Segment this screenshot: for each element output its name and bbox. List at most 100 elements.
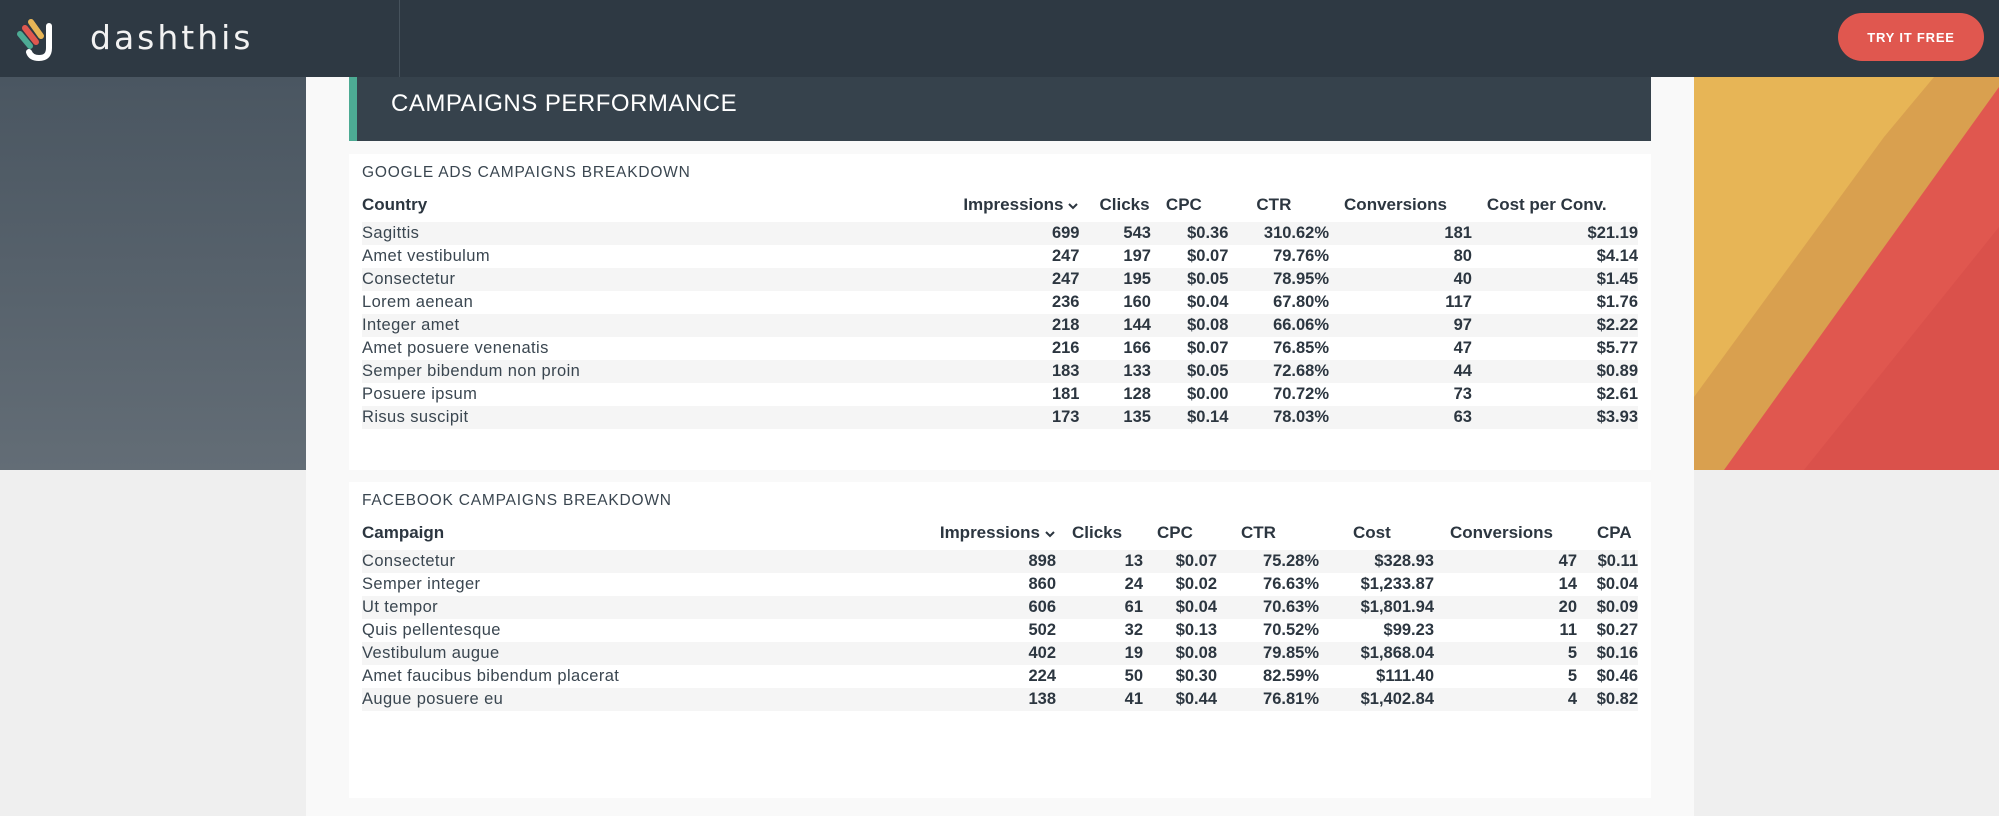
table-cell: $0.08 bbox=[1143, 642, 1217, 665]
column-header-label: Impressions bbox=[939, 523, 1040, 542]
column-header[interactable]: CTR bbox=[1228, 188, 1329, 222]
table-cell: Amet faucibus bibendum placerat bbox=[362, 667, 620, 685]
table-cell: $1,801.94 bbox=[1319, 596, 1434, 619]
table-cell: $0.05 bbox=[1150, 360, 1229, 383]
table-cell: $0.13 bbox=[1175, 621, 1217, 639]
facebook-table: Campaign Impressions Clicks CPC CTR Cost… bbox=[362, 516, 1638, 711]
table-row: Semper integer 860 24 $0.02 76.63% $1,233.87 1… bbox=[362, 573, 1638, 596]
table-cell: Amet posuere venenatis bbox=[362, 339, 549, 357]
table-cell: $0.04 bbox=[1143, 596, 1217, 619]
table-cell: $1,868.04 bbox=[1319, 642, 1434, 665]
table-cell: 181 bbox=[1329, 222, 1472, 245]
table-cell: $4.14 bbox=[1596, 247, 1638, 265]
column-header[interactable]: CTR bbox=[1217, 516, 1319, 550]
table-cell: 173 bbox=[925, 406, 1080, 429]
table-cell: 50 bbox=[1124, 667, 1143, 685]
table-cell: 160 bbox=[1123, 293, 1151, 311]
table-cell: 14 bbox=[1558, 575, 1577, 593]
google-ads-table-body: Sagittis 699 543 $0.36 310.62% 181 $21.19 Amet… bbox=[362, 222, 1638, 429]
table-header-row: Country Impressions Clicks CPC CTR Conve… bbox=[362, 188, 1638, 222]
table-row: Quis pellentesque 502 32 $0.13 70.52% $99.23 1… bbox=[362, 619, 1638, 642]
column-header[interactable]: Country bbox=[362, 188, 926, 222]
table-cell: 543 bbox=[1079, 222, 1151, 245]
table-cell: Risus suscipit bbox=[362, 406, 926, 429]
column-header-sorted[interactable]: Impressions bbox=[926, 188, 1080, 222]
column-header-label: Impressions bbox=[963, 195, 1064, 214]
table-cell: $0.00 bbox=[1187, 385, 1229, 403]
table-cell: 133 bbox=[1079, 360, 1151, 383]
table-cell: Semper bibendum non proin bbox=[362, 360, 926, 383]
decorative-diagonal-shape bbox=[1694, 77, 1999, 470]
table-row: Vestibulum augue 402 19 $0.08 79.85% $1,868.0… bbox=[362, 642, 1638, 665]
column-header[interactable]: CPC bbox=[1151, 188, 1228, 222]
column-header[interactable]: Cost per Conv. bbox=[1472, 188, 1638, 222]
table-cell: $0.05 bbox=[1150, 268, 1229, 291]
column-header-sorted[interactable]: Impressions bbox=[902, 516, 1056, 550]
table-cell: 70.72% bbox=[1273, 385, 1330, 403]
table-cell: 32 bbox=[1124, 621, 1143, 639]
table-cell: $0.16 bbox=[1577, 642, 1638, 665]
column-header[interactable]: Campaign bbox=[362, 516, 902, 550]
table-header-row: Campaign Impressions Clicks CPC CTR Cost… bbox=[362, 516, 1638, 550]
table-cell: 44 bbox=[1329, 360, 1472, 383]
table-cell: 310.62% bbox=[1228, 222, 1330, 245]
section-header: CAMPAIGNS PERFORMANCE bbox=[349, 77, 1651, 141]
table-cell: $2.61 bbox=[1596, 385, 1638, 403]
try-it-free-button[interactable]: TRY IT FREE bbox=[1838, 13, 1984, 61]
table-cell: $2.22 bbox=[1471, 314, 1638, 337]
table-cell: 11 bbox=[1559, 621, 1577, 639]
table-cell: Quis pellentesque bbox=[362, 621, 501, 639]
table-cell: 138 bbox=[902, 688, 1056, 711]
table-cell: 70.52% bbox=[1263, 621, 1319, 639]
column-header[interactable]: Clicks bbox=[1056, 516, 1143, 550]
table-cell: 247 bbox=[1051, 247, 1080, 265]
table-cell: 216 bbox=[1051, 339, 1080, 357]
table-cell: 80 bbox=[1453, 247, 1472, 265]
table-cell: $0.36 bbox=[1150, 222, 1229, 245]
column-header[interactable]: Conversions bbox=[1329, 188, 1472, 222]
table-cell: 72.68% bbox=[1228, 360, 1330, 383]
table-cell: 19 bbox=[1056, 642, 1143, 665]
table-cell: $0.04 bbox=[1187, 293, 1229, 311]
google-ads-card-title: GOOGLE ADS CAMPAIGNS BREAKDOWN bbox=[362, 164, 691, 181]
table-cell: Consectetur bbox=[362, 550, 902, 573]
column-header[interactable]: Clicks bbox=[1079, 188, 1150, 222]
column-header[interactable]: Conversions bbox=[1434, 516, 1577, 550]
table-cell: $0.14 bbox=[1150, 406, 1229, 429]
column-header[interactable]: CPA bbox=[1577, 516, 1638, 550]
dashthis-logo-icon[interactable] bbox=[16, 14, 60, 62]
table-cell: 75.28% bbox=[1217, 550, 1319, 573]
table-cell: 97 bbox=[1329, 314, 1472, 337]
table-cell: 402 bbox=[902, 642, 1056, 665]
table-cell: 24 bbox=[1124, 575, 1143, 593]
table-cell: 502 bbox=[1028, 621, 1056, 639]
table-cell: 47 bbox=[1434, 550, 1577, 573]
chevron-down-icon bbox=[1068, 202, 1079, 209]
table-cell: 40 bbox=[1329, 268, 1472, 291]
table-cell: $1.45 bbox=[1471, 268, 1638, 291]
column-header[interactable]: CPC bbox=[1143, 516, 1217, 550]
table-cell: 144 bbox=[1079, 314, 1151, 337]
table-cell: 195 bbox=[1079, 268, 1151, 291]
table-cell: 79.85% bbox=[1217, 642, 1319, 665]
table-row: Ut tempor 606 61 $0.04 70.63% $1,801.94 20 $0.0… bbox=[362, 596, 1638, 619]
table-cell: $0.09 bbox=[1577, 596, 1638, 619]
table-cell: Lorem aenean bbox=[362, 293, 474, 311]
table-cell: $5.77 bbox=[1596, 339, 1638, 357]
table-cell: 166 bbox=[1123, 339, 1151, 357]
table-cell: 128 bbox=[1123, 385, 1151, 403]
table-cell: Sagittis bbox=[362, 222, 926, 245]
table-cell: Integer amet bbox=[362, 314, 926, 337]
table-cell: $0.07 bbox=[1187, 339, 1229, 357]
table-cell: 76.81% bbox=[1217, 688, 1319, 711]
table-row: Risus suscipit 173 135 $0.14 78.03% 63 $3.93 bbox=[362, 406, 1638, 429]
table-cell: 61 bbox=[1056, 596, 1143, 619]
table-cell: Augue posuere eu bbox=[362, 688, 902, 711]
table-row: Semper bibendum non proin 183 133 $0.05 72.6… bbox=[362, 360, 1638, 383]
table-row: Consectetur 247 195 $0.05 78.95% 40 $1.45 bbox=[362, 268, 1638, 291]
brand-name[interactable]: dashthis bbox=[90, 18, 254, 57]
column-header[interactable]: Cost bbox=[1319, 516, 1434, 550]
table-cell: 13 bbox=[1056, 550, 1143, 573]
table-cell: 606 bbox=[902, 596, 1056, 619]
table-cell: 78.95% bbox=[1228, 268, 1330, 291]
